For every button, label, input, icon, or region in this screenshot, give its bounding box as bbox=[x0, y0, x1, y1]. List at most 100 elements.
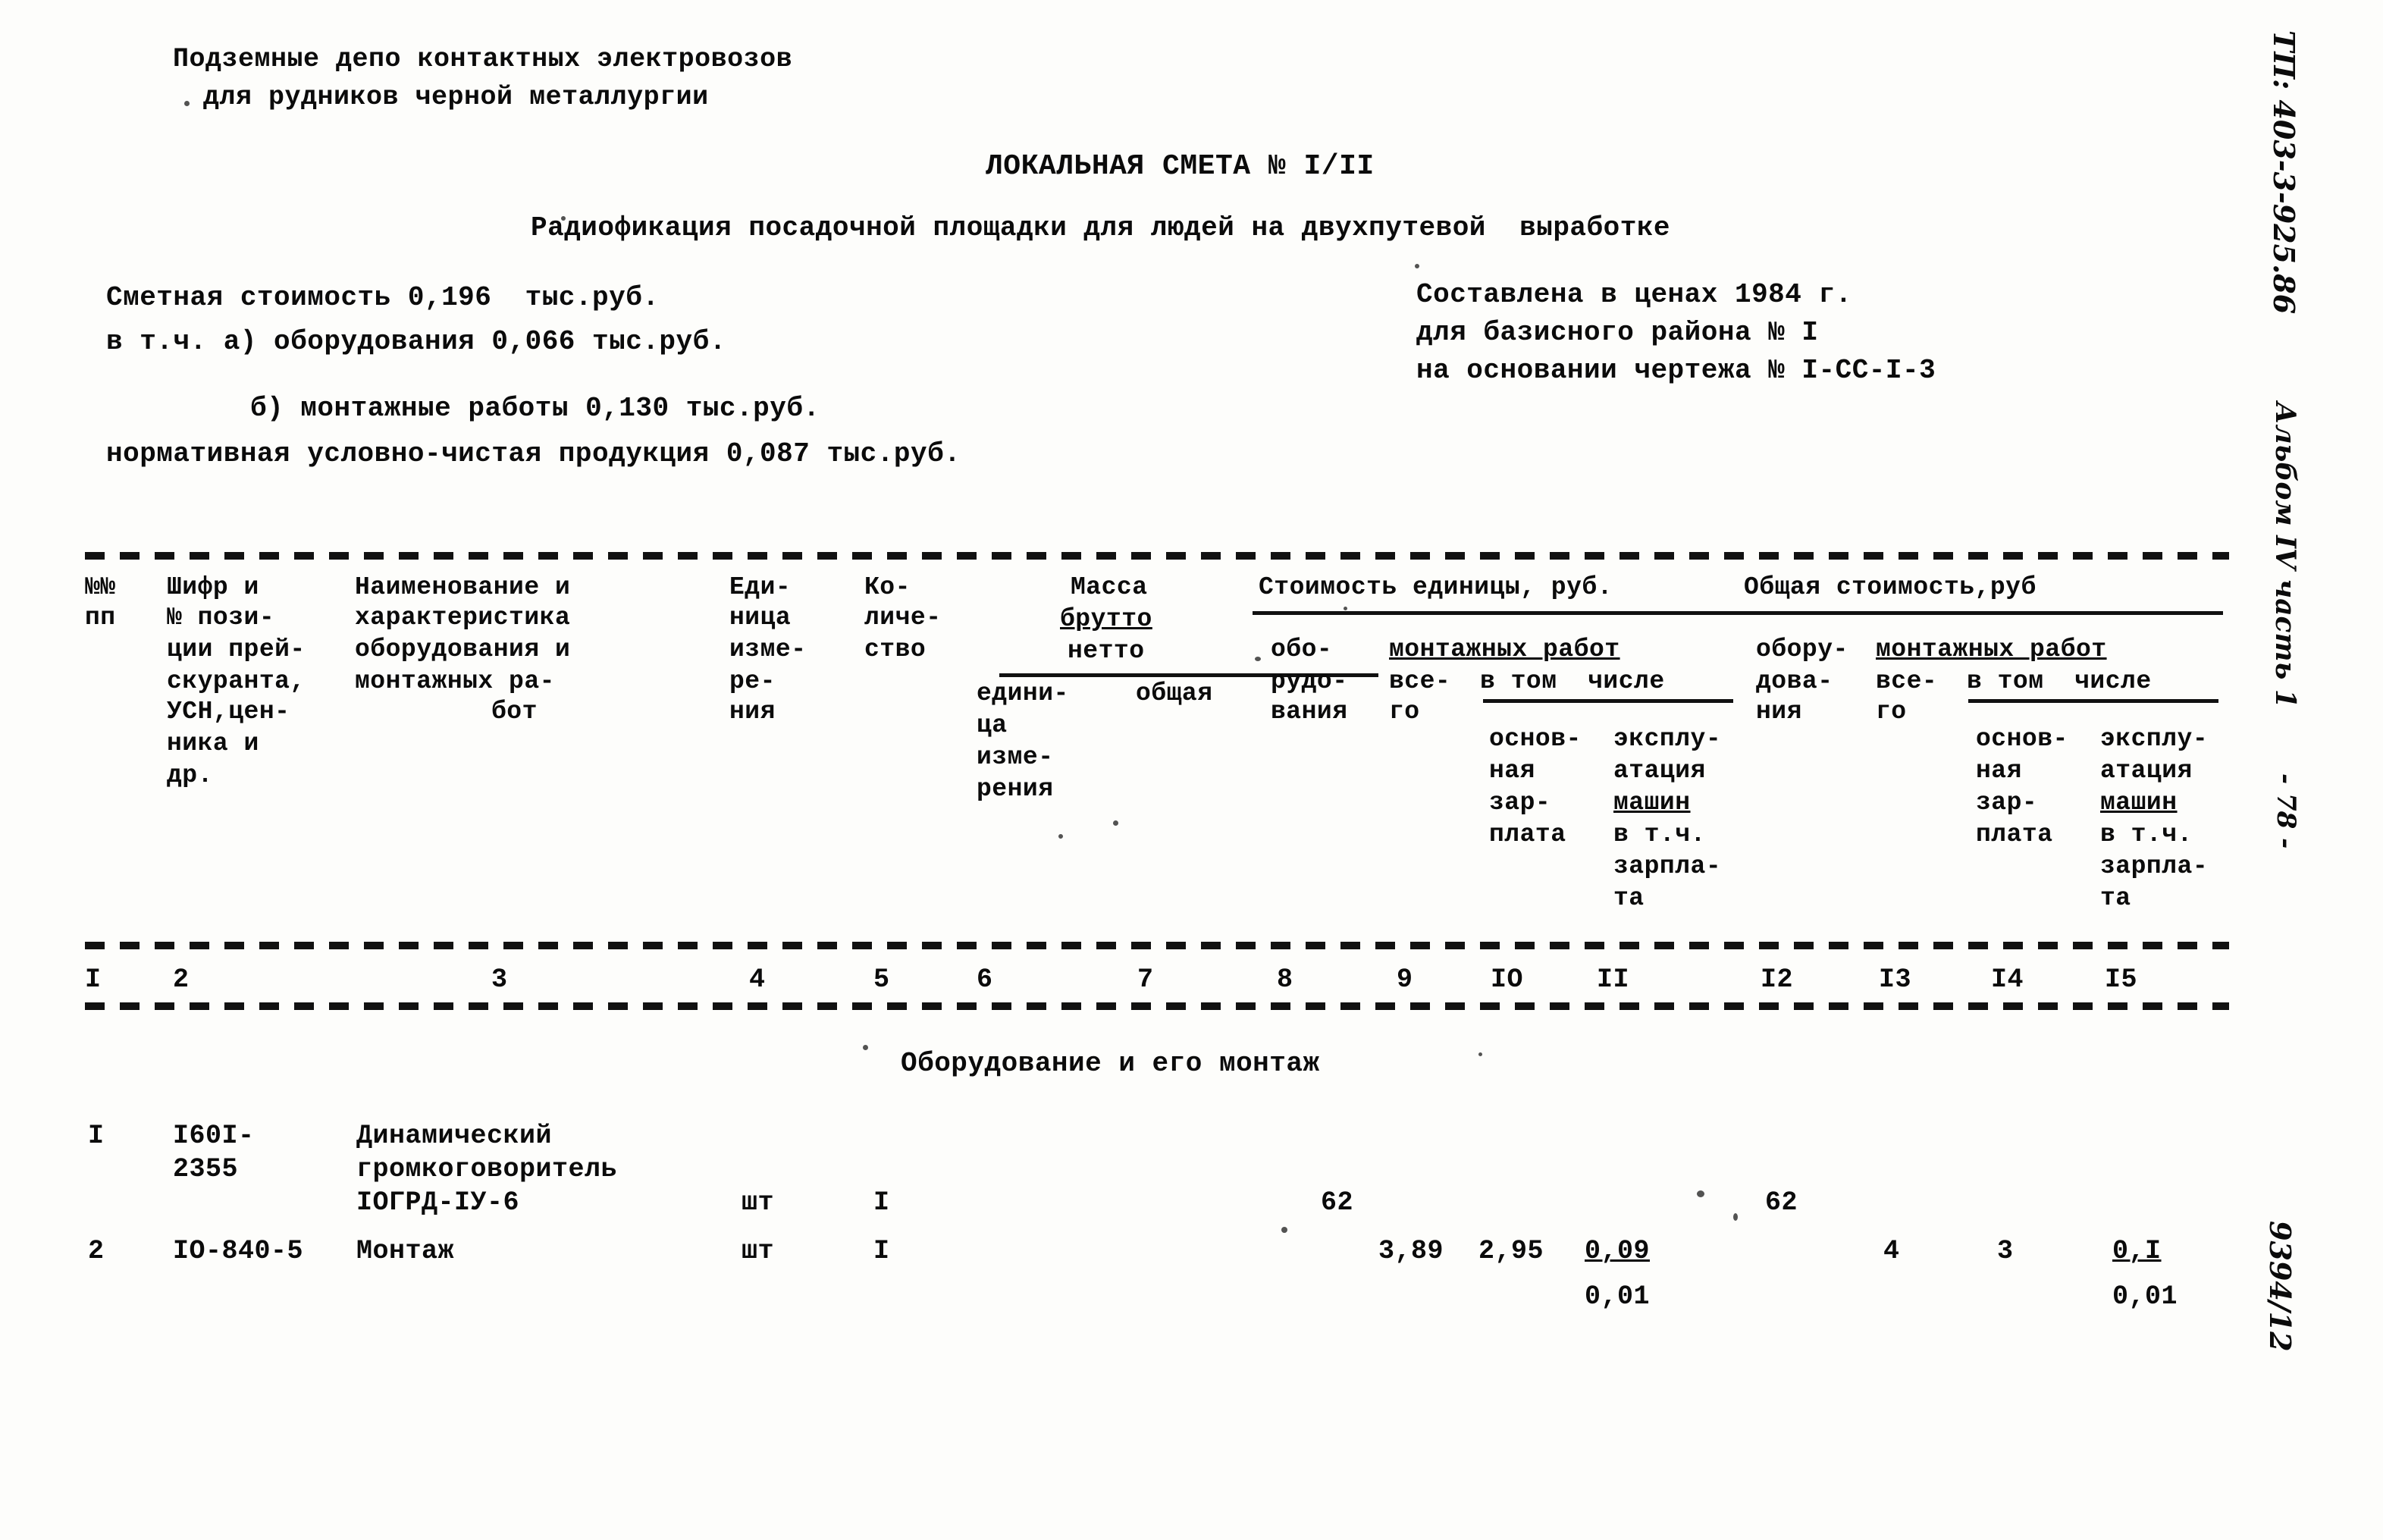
table-row-1-number: I bbox=[88, 1121, 105, 1151]
table-row-2-installation-sum-machines: 0,I bbox=[2112, 1236, 2162, 1266]
table-header-col3-line2: характеристика bbox=[355, 604, 571, 632]
scan-speckle bbox=[1478, 1052, 1482, 1056]
table-header-bottom-divider bbox=[85, 942, 2229, 949]
table-header-total-cost-title: Общая стоимость,руб bbox=[1744, 573, 2037, 601]
scan-speckle bbox=[1058, 834, 1063, 839]
column-number-15: I5 bbox=[2105, 964, 2138, 995]
table-header-col15-line3: машин bbox=[2100, 789, 2178, 817]
table-header-col5-line3: ство bbox=[864, 635, 927, 663]
table-header-col8-line2: рудо- bbox=[1271, 667, 1348, 695]
table-header-col6-line3: изме- bbox=[977, 743, 1054, 771]
section-title-equipment: Оборудование и его монтаж bbox=[901, 1048, 1320, 1079]
scan-speckle bbox=[1113, 820, 1118, 826]
summary-equipment-cost: в т.ч. а) оборудования 0,066 тыс.руб. bbox=[106, 326, 726, 357]
document-header-line2: для рудников черной металлургии bbox=[203, 82, 709, 112]
summary-total-cost: Сметная стоимость 0,196 тыс.руб. bbox=[106, 282, 660, 313]
table-header-col2-line1: Шифр и bbox=[167, 573, 259, 601]
column-number-11: II bbox=[1597, 964, 1630, 995]
column-number-13: I3 bbox=[1879, 964, 1912, 995]
column-number-4: 4 bbox=[749, 964, 766, 995]
table-header-col3-line4: монтажных ра- bbox=[355, 667, 555, 695]
table-row-1-equipment-total-cost: 62 bbox=[1765, 1187, 1798, 1218]
scan-speckle bbox=[1281, 1227, 1287, 1233]
table-header-total-montazh-label: монтажных работ bbox=[1876, 635, 2107, 663]
margin-page-number: - 78 - bbox=[2271, 773, 2301, 849]
table-header-col10-line1: основ- bbox=[1489, 725, 1582, 753]
column-number-9: 9 bbox=[1397, 964, 1413, 995]
scan-speckle bbox=[1733, 1213, 1738, 1221]
table-header-col2-line7: др. bbox=[167, 761, 213, 789]
table-header-col1-line2: пп bbox=[85, 604, 116, 632]
scan-speckle bbox=[1344, 607, 1347, 610]
table-header-col12-line2: дова- bbox=[1756, 667, 1833, 695]
table-row-1-unit: шт bbox=[742, 1187, 775, 1218]
table-row-2-unit: шт bbox=[742, 1236, 775, 1266]
table-top-divider bbox=[85, 552, 2229, 560]
unit-vtch-divider bbox=[1483, 699, 1733, 703]
table-header-col15-line1: эксплу- bbox=[2100, 725, 2209, 753]
table-row-2-code-line1: IO-840-5 bbox=[173, 1236, 304, 1266]
column-number-7: 7 bbox=[1137, 964, 1154, 995]
table-header-col12-line1: обору- bbox=[1756, 635, 1848, 663]
table-row-2-name-line1: Монтаж bbox=[356, 1236, 455, 1266]
table-header-col14-line4: плата bbox=[1976, 820, 2053, 848]
table-row-1-code-line1: I60I- bbox=[173, 1121, 255, 1151]
table-header-col7: общая bbox=[1136, 679, 1213, 707]
table-header-col3-line3: оборудования и bbox=[355, 635, 571, 663]
summary-net-product: нормативная условно-чистая продукция 0,0… bbox=[106, 438, 961, 469]
column-number-3: 3 bbox=[491, 964, 508, 995]
table-row-2-installation-unit-salary: 2,95 bbox=[1478, 1236, 1544, 1266]
table-header-col8-line3: вания bbox=[1271, 698, 1348, 726]
table-header-col15-line6: та bbox=[2100, 884, 2131, 912]
table-header-col2-line6: ника и bbox=[167, 729, 259, 757]
table-header-col4-line5: ния bbox=[729, 698, 776, 726]
table-header-col2-line5: УСН,цен- bbox=[167, 698, 290, 726]
table-header-mass-title: Масса bbox=[1071, 573, 1148, 601]
scan-speckle bbox=[561, 216, 566, 221]
scan-speckle bbox=[184, 101, 190, 106]
column-number-12: I2 bbox=[1761, 964, 1794, 995]
table-header-unit-montazh-label: монтажных работ bbox=[1389, 635, 1620, 663]
scan-speckle bbox=[1415, 264, 1419, 268]
table-header-col8-line1: обо- bbox=[1271, 635, 1333, 663]
table-header-col6-line1: едини- bbox=[977, 679, 1069, 707]
margin-doc-number: 9394/12 bbox=[2263, 1221, 2297, 1352]
table-row-2-installation-sum-salary: 3 bbox=[1997, 1236, 2014, 1266]
table-header-col10-line2: ная bbox=[1489, 757, 1535, 785]
table-header-col11-line1: эксплу- bbox=[1613, 725, 1722, 753]
table-header-col2-line2: № пози- bbox=[167, 604, 275, 632]
table-header-col9-line1: все- bbox=[1389, 667, 1451, 695]
table-header-col5-line1: Ко- bbox=[864, 573, 911, 601]
table-header-col11-line6: та bbox=[1613, 884, 1645, 912]
table-header-col12-line3: ния bbox=[1756, 698, 1802, 726]
table-header-col13-line1: все- bbox=[1876, 667, 1938, 695]
table-header-col5-line2: личе- bbox=[864, 604, 942, 632]
table-header-col15-line4: в т.ч. bbox=[2100, 820, 2193, 848]
table-header-col4-line4: ре- bbox=[729, 667, 776, 695]
column-number-2: 2 bbox=[173, 964, 190, 995]
table-header-mass-brutto: брутто bbox=[1060, 605, 1152, 633]
column-number-10: IO bbox=[1491, 964, 1524, 995]
total-vtch-divider bbox=[1968, 699, 2218, 703]
page-title: ЛОКАЛЬНАЯ СМЕТА № I/II bbox=[986, 150, 1375, 183]
table-header-col10-line3: зар- bbox=[1489, 789, 1551, 817]
table-row-1-name-line3: IОГРД-IУ-6 bbox=[356, 1187, 520, 1218]
table-header-col4-line1: Еди- bbox=[729, 573, 792, 601]
summary-price-year: Составлена в ценах 1984 г. bbox=[1416, 279, 1852, 310]
table-row-2-quantity: I bbox=[873, 1236, 890, 1266]
summary-base-region: для базисного района № I bbox=[1416, 317, 1819, 348]
table-header-mass-netto: нетто bbox=[1068, 637, 1145, 665]
document-header-line1: Подземные депо контактных электровозов bbox=[173, 44, 793, 74]
table-header-col11-line2: атация bbox=[1613, 757, 1706, 785]
table-row-2-number: 2 bbox=[88, 1236, 105, 1266]
summary-drawing-number: на основании чертежа № I-СС-I-3 bbox=[1416, 355, 1936, 386]
table-row-1-name-line1: Динамический bbox=[356, 1121, 553, 1151]
scan-speckle bbox=[863, 1045, 868, 1050]
table-row-1-quantity: I bbox=[873, 1187, 890, 1218]
table-header-col10-line4: плата bbox=[1489, 820, 1566, 848]
table-header-col4-line3: изме- bbox=[729, 635, 807, 663]
table-row-2-installation-unit-total: 3,89 bbox=[1378, 1236, 1444, 1266]
table-row-2-installation-unit-machines: 0,09 bbox=[1585, 1236, 1651, 1266]
table-header-col3-line1: Наименование и bbox=[355, 573, 571, 601]
table-row-1-code-line2: 2355 bbox=[173, 1154, 239, 1184]
